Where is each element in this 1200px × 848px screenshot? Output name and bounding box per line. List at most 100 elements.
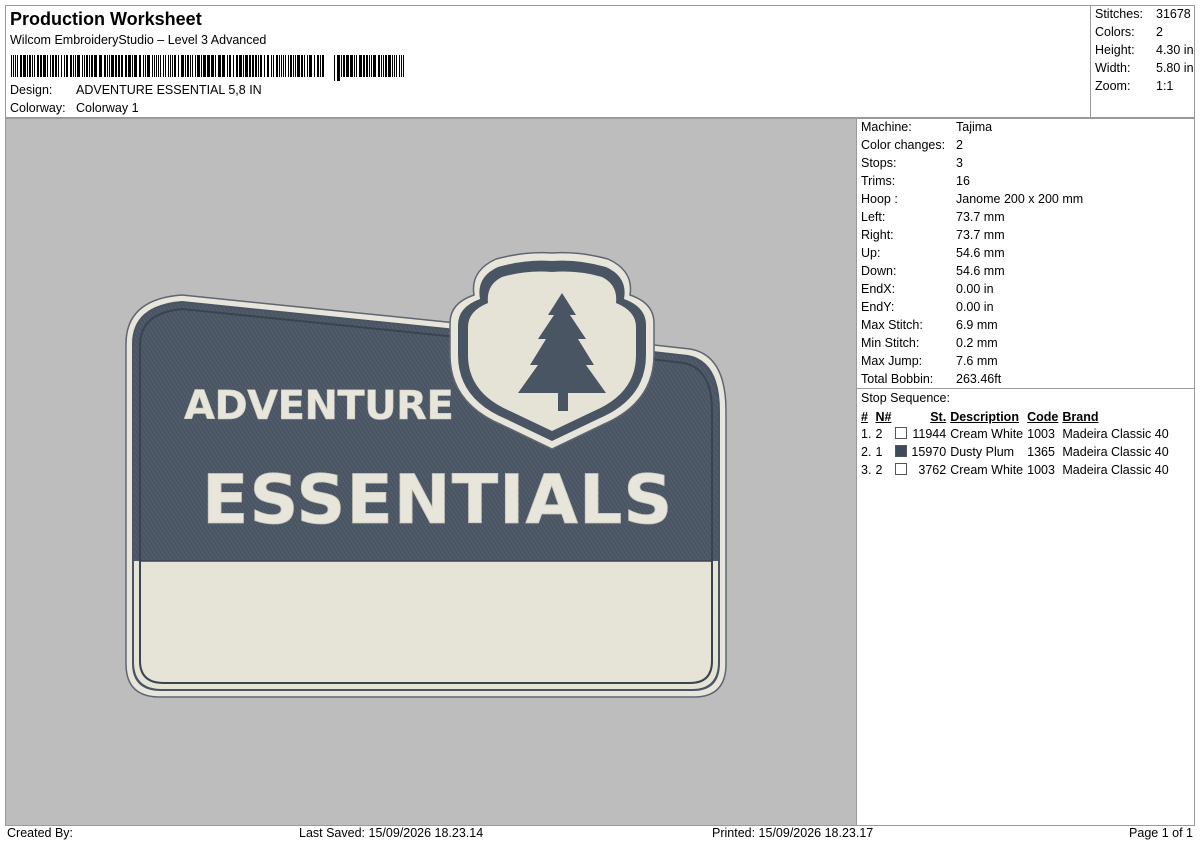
barcode-bar [147, 55, 150, 77]
barcode-bar [255, 55, 257, 77]
barcode-bar [187, 55, 189, 77]
row-description: Cream White [950, 427, 1024, 441]
barcode-bar [158, 55, 159, 77]
machine-row: Machine: Tajima [861, 120, 992, 134]
barcode-bar [356, 55, 357, 77]
machine-value: 7.6 mm [956, 354, 998, 368]
design-text-adventure: ADVENTURE [184, 383, 453, 429]
barcode-bar [181, 55, 184, 77]
page-number: Page 1 of 1 [1129, 826, 1193, 840]
design-preview: ADVENTURE ESSENTIALS [5, 118, 857, 826]
color-swatch [895, 445, 908, 457]
barcode-bar [283, 55, 284, 77]
barcode-bar [388, 55, 391, 77]
barcode-bar [40, 55, 42, 77]
barcode-bar [260, 55, 262, 77]
barcode-bar [66, 55, 68, 77]
barcode-bar [61, 55, 62, 77]
barcode-bar [218, 55, 221, 77]
barcode-bar [399, 55, 400, 77]
barcode-bar [359, 55, 362, 77]
machine-value: 0.00 in [956, 282, 994, 296]
color-swatch [895, 463, 908, 475]
barcode-bar [385, 55, 387, 77]
software-name: Wilcom EmbroideryStudio – Level 3 Advanc… [10, 33, 267, 47]
barcode-bar [354, 55, 355, 77]
barcode-bar [197, 55, 200, 77]
design-label: Design: [10, 83, 53, 97]
barcode-bar [107, 55, 108, 77]
embroidery-design: ADVENTURE ESSENTIALS [125, 251, 727, 698]
barcode-bar [11, 55, 12, 77]
machine-value: 73.7 mm [956, 228, 1005, 242]
barcode-bar [15, 55, 16, 77]
machine-label: Up: [861, 246, 881, 260]
barcode-bar [249, 55, 251, 77]
barcode-bar [373, 55, 376, 77]
machine-row: Hoop : Janome 200 x 200 mm [861, 192, 1083, 206]
barcode-bar [160, 55, 161, 77]
machine-label: Right: [861, 228, 894, 242]
stat-zoom: Zoom: 1:1 [1095, 79, 1173, 93]
barcode-bar [165, 55, 166, 77]
barcode-bar [156, 55, 157, 77]
barcode-bar [109, 55, 110, 77]
barcode-bar [50, 55, 51, 77]
barcode-bar [168, 55, 169, 77]
row-num: 3. [861, 463, 872, 477]
barcode-bar [252, 55, 254, 77]
design-text-essentials: ESSENTIALS [202, 461, 673, 540]
barcode-bar [222, 55, 225, 77]
barcode-bar [371, 55, 372, 77]
table-header-row: # N# St. Description Code Brand [859, 408, 1171, 425]
barcode-bar [337, 55, 340, 81]
machine-value: 0.00 in [956, 300, 994, 314]
color-swatch-cell [893, 425, 909, 443]
barcode-bar [82, 55, 83, 77]
barcode-bar [229, 55, 231, 77]
row-brand: Madeira Classic 40 [1062, 445, 1169, 459]
machine-label: Hoop : [861, 192, 898, 206]
col-header-description: Description [950, 409, 1019, 424]
machine-label: Total Bobbin: [861, 372, 934, 386]
barcode-bar [227, 55, 228, 77]
col-header-swatch [893, 408, 909, 425]
barcode-bar [243, 55, 244, 77]
barcode-bar [118, 55, 120, 77]
barcode-bar [273, 55, 274, 77]
barcode-bar [94, 55, 97, 77]
machine-value: 73.7 mm [956, 210, 1005, 224]
machine-row: Left: 73.7 mm [861, 210, 1005, 224]
stat-label: Zoom: [1095, 79, 1131, 93]
barcode-bar [201, 55, 202, 77]
stat-height: Height: 4.30 in [1095, 43, 1194, 57]
barcode-bar [279, 55, 280, 77]
barcode-bar [297, 55, 300, 77]
barcode-bar [271, 55, 272, 77]
col-header-code: Code [1027, 409, 1059, 424]
barcode-bar [207, 55, 210, 77]
barcode-bar [276, 55, 278, 77]
barcode-bar [99, 55, 102, 77]
stat-label: Width: [1095, 61, 1131, 75]
barcode-bar [132, 55, 133, 77]
barcode-bar [29, 55, 31, 77]
machine-row: Up: 54.6 mm [861, 246, 1005, 260]
barcode-bar [27, 55, 28, 77]
barcode-bar [23, 55, 26, 77]
machine-value: 16 [956, 174, 970, 188]
worksheet-footer: Created By: Last Saved: 15/09/2026 18.23… [5, 826, 1195, 843]
worksheet-header: Production Worksheet Wilcom EmbroiderySt… [5, 5, 1095, 118]
machine-value: 54.6 mm [956, 264, 1005, 278]
colorway-label: Colorway: [10, 101, 66, 115]
color-swatch-cell [893, 443, 909, 461]
barcode-bar [43, 55, 46, 77]
barcode-bar [52, 55, 54, 77]
stat-label: Height: [1095, 43, 1135, 57]
row-code: 1003 [1027, 427, 1055, 441]
machine-row: Color changes: 2 [861, 138, 963, 152]
machine-label: Max Stitch: [861, 318, 923, 332]
barcode-bar [378, 55, 380, 77]
barcode-bar [192, 55, 193, 77]
machine-row: Right: 73.7 mm [861, 228, 1005, 242]
